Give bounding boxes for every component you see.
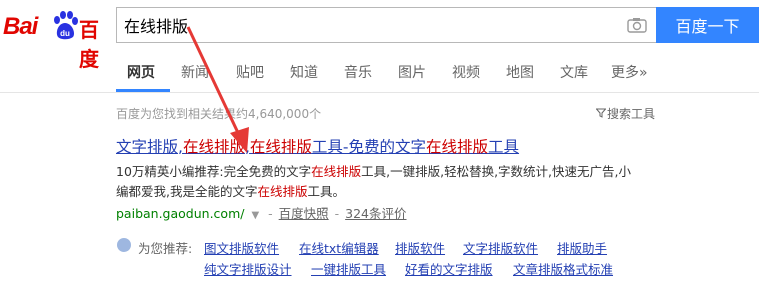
tab-zhidao[interactable]: 知道 — [290, 62, 318, 82]
result-url-line: paiban.gaodun.com/ ▼ - 百度快照 - 324条评价 — [116, 203, 407, 222]
tab-video[interactable]: 视频 — [452, 62, 480, 82]
search-input[interactable] — [117, 8, 624, 42]
separator: - — [334, 206, 340, 221]
result-count: 百度为您找到相关结果约4,640,000个 — [116, 107, 322, 121]
svg-text:du: du — [60, 29, 70, 38]
paw-logo-icon: du — [54, 11, 78, 40]
filter-icon — [595, 108, 606, 118]
result-abstract: 10万精英小编推荐:完全免费的文字在线排版工具,一键排版,轻松替换,字数统计,快… — [116, 162, 661, 202]
tab-images[interactable]: 图片 — [398, 62, 426, 82]
search-box — [116, 7, 656, 43]
recommend-label: 为您推荐: — [138, 241, 193, 256]
title-part: 文字排版 — [116, 138, 179, 156]
title-keyword: 在线排版 — [182, 138, 245, 156]
recommend-link[interactable]: 纯文字排版设计 — [204, 259, 292, 278]
tab-web[interactable]: 网页 — [127, 62, 155, 82]
snapshot-link[interactable]: 百度快照 — [279, 206, 329, 221]
abstract-keyword: 在线排版 — [257, 184, 308, 199]
title-part: 工具 — [488, 138, 520, 156]
abstract-text: 工具,一键排版,轻松替换,字数统计,快速无广告,小 — [361, 164, 632, 179]
tab-news[interactable]: 新闻 — [181, 62, 209, 82]
abstract-text: 编都爱我,我是全能的文字 — [116, 184, 258, 199]
baidu-logo[interactable]: Bai du 百度 — [3, 7, 111, 71]
abstract-text: 工具。 — [307, 184, 346, 199]
active-tab-indicator — [116, 89, 170, 92]
logo-text-latin: Bai — [3, 13, 38, 40]
recommend-link[interactable]: 文字排版软件 — [463, 238, 538, 257]
header: Bai du 百度 百度一下 — [0, 0, 759, 71]
search-tabs: 网页 新闻 贴吧 知道 音乐 图片 视频 地图 文库 更多» — [0, 56, 759, 93]
tab-tieba[interactable]: 贴吧 — [236, 62, 264, 82]
tab-wenku[interactable]: 文库 — [560, 62, 588, 82]
abstract-text: 10万精英小编推荐:完全免费的文字 — [116, 164, 312, 179]
camera-icon[interactable] — [627, 17, 647, 33]
recommend-link[interactable]: 在线txt编辑器 — [299, 238, 379, 257]
result-url: paiban.gaodun.com/ — [116, 206, 245, 221]
recommend-link[interactable]: 文章排版格式标准 — [513, 259, 613, 278]
title-part: 工具-免费的文字 — [311, 138, 427, 156]
recommend-link[interactable]: 图文排版软件 — [204, 238, 279, 257]
title-keyword: 在线排版 — [249, 138, 312, 156]
search-tools-button[interactable]: 搜索工具 — [595, 105, 655, 122]
tab-more[interactable]: 更多» — [611, 62, 648, 82]
search-tools-label: 搜索工具 — [606, 107, 655, 121]
title-keyword: 在线排版 — [426, 138, 489, 156]
abstract-keyword: 在线排版 — [311, 164, 362, 179]
search-button[interactable]: 百度一下 — [656, 7, 759, 43]
recommend-link[interactable]: 好看的文字排版 — [405, 259, 493, 278]
recommend-link[interactable]: 排版软件 — [395, 238, 445, 257]
recommend-link[interactable]: 排版助手 — [557, 238, 607, 257]
tab-music[interactable]: 音乐 — [344, 62, 372, 82]
dropdown-arrow-icon[interactable]: ▼ — [251, 210, 259, 221]
separator: - — [268, 206, 273, 221]
result-title-link[interactable]: 文字排版,在线排版,在线排版工具-免费的文字在线排版工具 — [116, 135, 519, 157]
reviews-link[interactable]: 324条评价 — [345, 206, 406, 221]
recommend-paw-icon — [117, 238, 131, 252]
tab-map[interactable]: 地图 — [506, 62, 534, 82]
recommend-link[interactable]: 一键排版工具 — [311, 259, 386, 278]
